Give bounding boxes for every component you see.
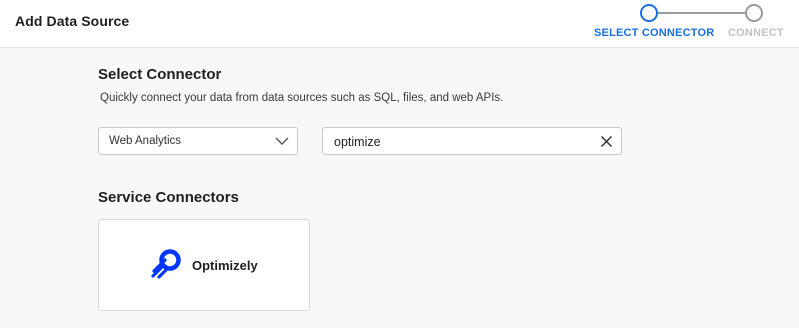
stepper: SELECT CONNECTOR CONNECT (0, 0, 799, 48)
step-select-connector-label: SELECT CONNECTOR (594, 27, 715, 39)
select-connector-heading: Select Connector (98, 66, 222, 83)
connector-card-optimizely[interactable]: Optimizely (98, 219, 310, 311)
step-connect-label: CONNECT (728, 27, 784, 39)
select-connector-description: Quickly connect your data from data sour… (100, 92, 504, 104)
stepper-connector-line (658, 12, 745, 14)
step-connect-circle (745, 4, 763, 22)
optimizely-logo-icon (151, 249, 181, 279)
connector-card-label: Optimizely (192, 258, 258, 273)
category-select-value: Web Analytics (109, 135, 182, 147)
service-connectors-heading: Service Connectors (98, 189, 239, 206)
connector-search (322, 127, 622, 155)
connector-search-input[interactable] (334, 133, 584, 150)
chevron-down-icon (275, 137, 289, 145)
close-icon[interactable] (600, 135, 613, 148)
category-select[interactable]: Web Analytics (98, 127, 298, 155)
step-select-connector-circle (640, 4, 658, 22)
